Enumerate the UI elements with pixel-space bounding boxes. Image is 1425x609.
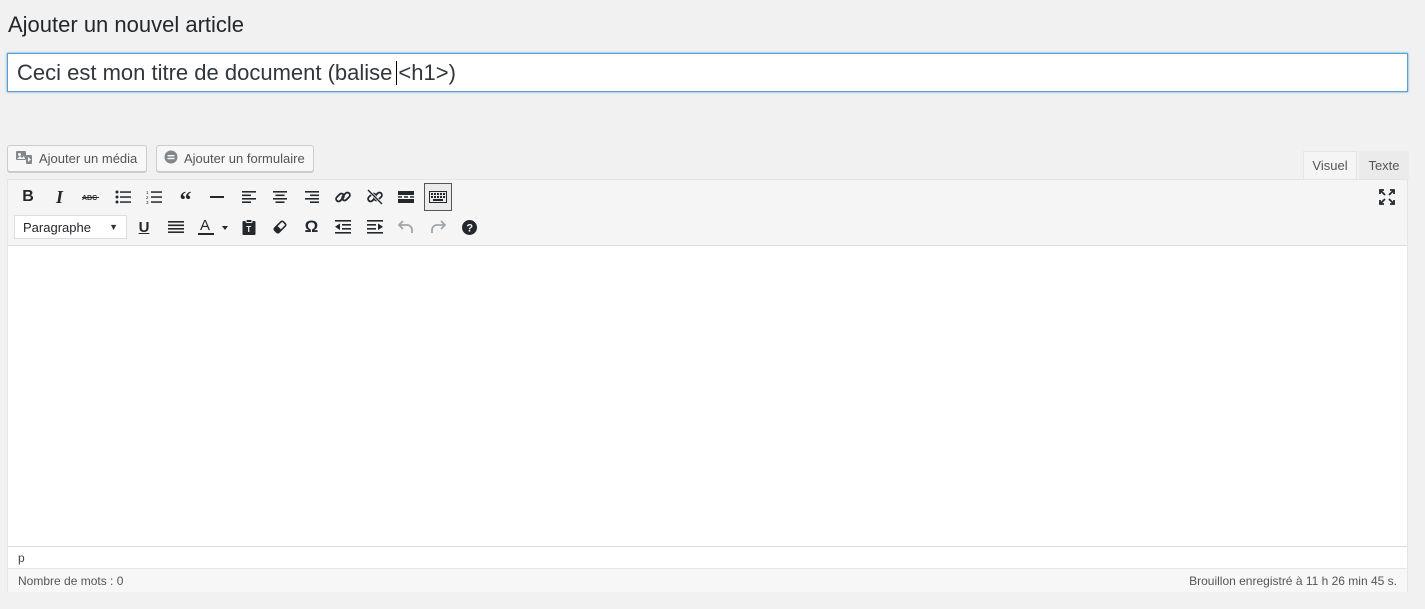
help-icon[interactable]: ?	[455, 213, 483, 241]
blockquote-icon[interactable]: “	[172, 183, 200, 213]
toolbar-row-2: Paragraphe ▼ U A T Ω ?	[14, 213, 487, 241]
strikethrough-icon[interactable]: ABC	[77, 183, 105, 211]
page-title: Ajouter un nouvel article	[8, 12, 245, 37]
special-character-icon[interactable]: Ω	[298, 213, 326, 241]
toolbar-row-1: B I ABC 123 “	[14, 183, 455, 213]
editor-status-bar: Nombre de mots : 0 Brouillon enregistré …	[8, 568, 1407, 592]
add-form-button[interactable]: Ajouter un formulaire	[156, 145, 314, 172]
add-media-button[interactable]: Ajouter un média	[7, 145, 147, 172]
bold-icon[interactable]: B	[14, 183, 42, 211]
undo-icon[interactable]	[392, 213, 420, 241]
post-title-text-after: <h1>)	[398, 60, 456, 85]
italic-icon[interactable]: I	[46, 183, 74, 211]
editor-toolbar: B I ABC 123 “ Paragraphe ▼ U A T Ω ?	[8, 180, 1407, 246]
chevron-down-icon: ▼	[109, 222, 118, 232]
element-path[interactable]: p	[8, 546, 1407, 568]
align-left-icon[interactable]	[235, 183, 263, 211]
insert-link-icon[interactable]	[329, 183, 357, 211]
paste-text-icon[interactable]: T	[235, 213, 263, 241]
read-more-icon[interactable]	[392, 183, 420, 211]
bullet-list-icon[interactable]	[109, 183, 137, 211]
svg-text:A: A	[200, 218, 210, 234]
editor: B I ABC 123 “ Paragraphe ▼ U A T Ω ? p N…	[7, 179, 1408, 592]
media-icon	[15, 149, 33, 168]
form-icon	[164, 150, 178, 167]
text-color-icon[interactable]: A	[193, 213, 231, 241]
numbered-list-icon[interactable]: 123	[140, 183, 168, 211]
clear-formatting-icon[interactable]	[266, 213, 294, 241]
tab-text[interactable]: Texte	[1359, 151, 1409, 179]
svg-text:T: T	[246, 225, 251, 234]
underline-icon[interactable]: U	[130, 213, 158, 241]
word-count: Nombre de mots : 0	[18, 573, 124, 588]
svg-text:?: ?	[466, 222, 473, 234]
align-center-icon[interactable]	[266, 183, 294, 211]
editor-content-area[interactable]	[8, 246, 1407, 546]
format-select[interactable]: Paragraphe ▼	[14, 215, 127, 239]
draft-saved-status: Brouillon enregistré à 11 h 26 min 45 s.	[1189, 573, 1397, 588]
svg-text:3: 3	[146, 200, 149, 204]
redo-icon[interactable]	[424, 213, 452, 241]
format-select-value: Paragraphe	[23, 219, 91, 235]
align-right-icon[interactable]	[298, 183, 326, 211]
remove-link-icon[interactable]	[361, 183, 389, 211]
add-form-label: Ajouter un formulaire	[184, 151, 305, 166]
horizontal-line-icon[interactable]	[203, 183, 231, 211]
post-title-text-before: Ceci est mon titre de document (balise	[17, 60, 393, 85]
indent-icon[interactable]	[361, 213, 389, 241]
toolbar-toggle-icon[interactable]	[423, 183, 452, 211]
svg-text:ABC: ABC	[82, 195, 97, 202]
add-media-label: Ajouter un média	[39, 151, 138, 166]
fullscreen-icon[interactable]	[1373, 183, 1401, 211]
justify-icon[interactable]	[162, 213, 190, 241]
post-title-input[interactable]: Ceci est mon titre de document (balise <h…	[7, 53, 1408, 92]
tab-visual[interactable]: Visuel	[1303, 151, 1357, 179]
outdent-icon[interactable]	[329, 213, 357, 241]
